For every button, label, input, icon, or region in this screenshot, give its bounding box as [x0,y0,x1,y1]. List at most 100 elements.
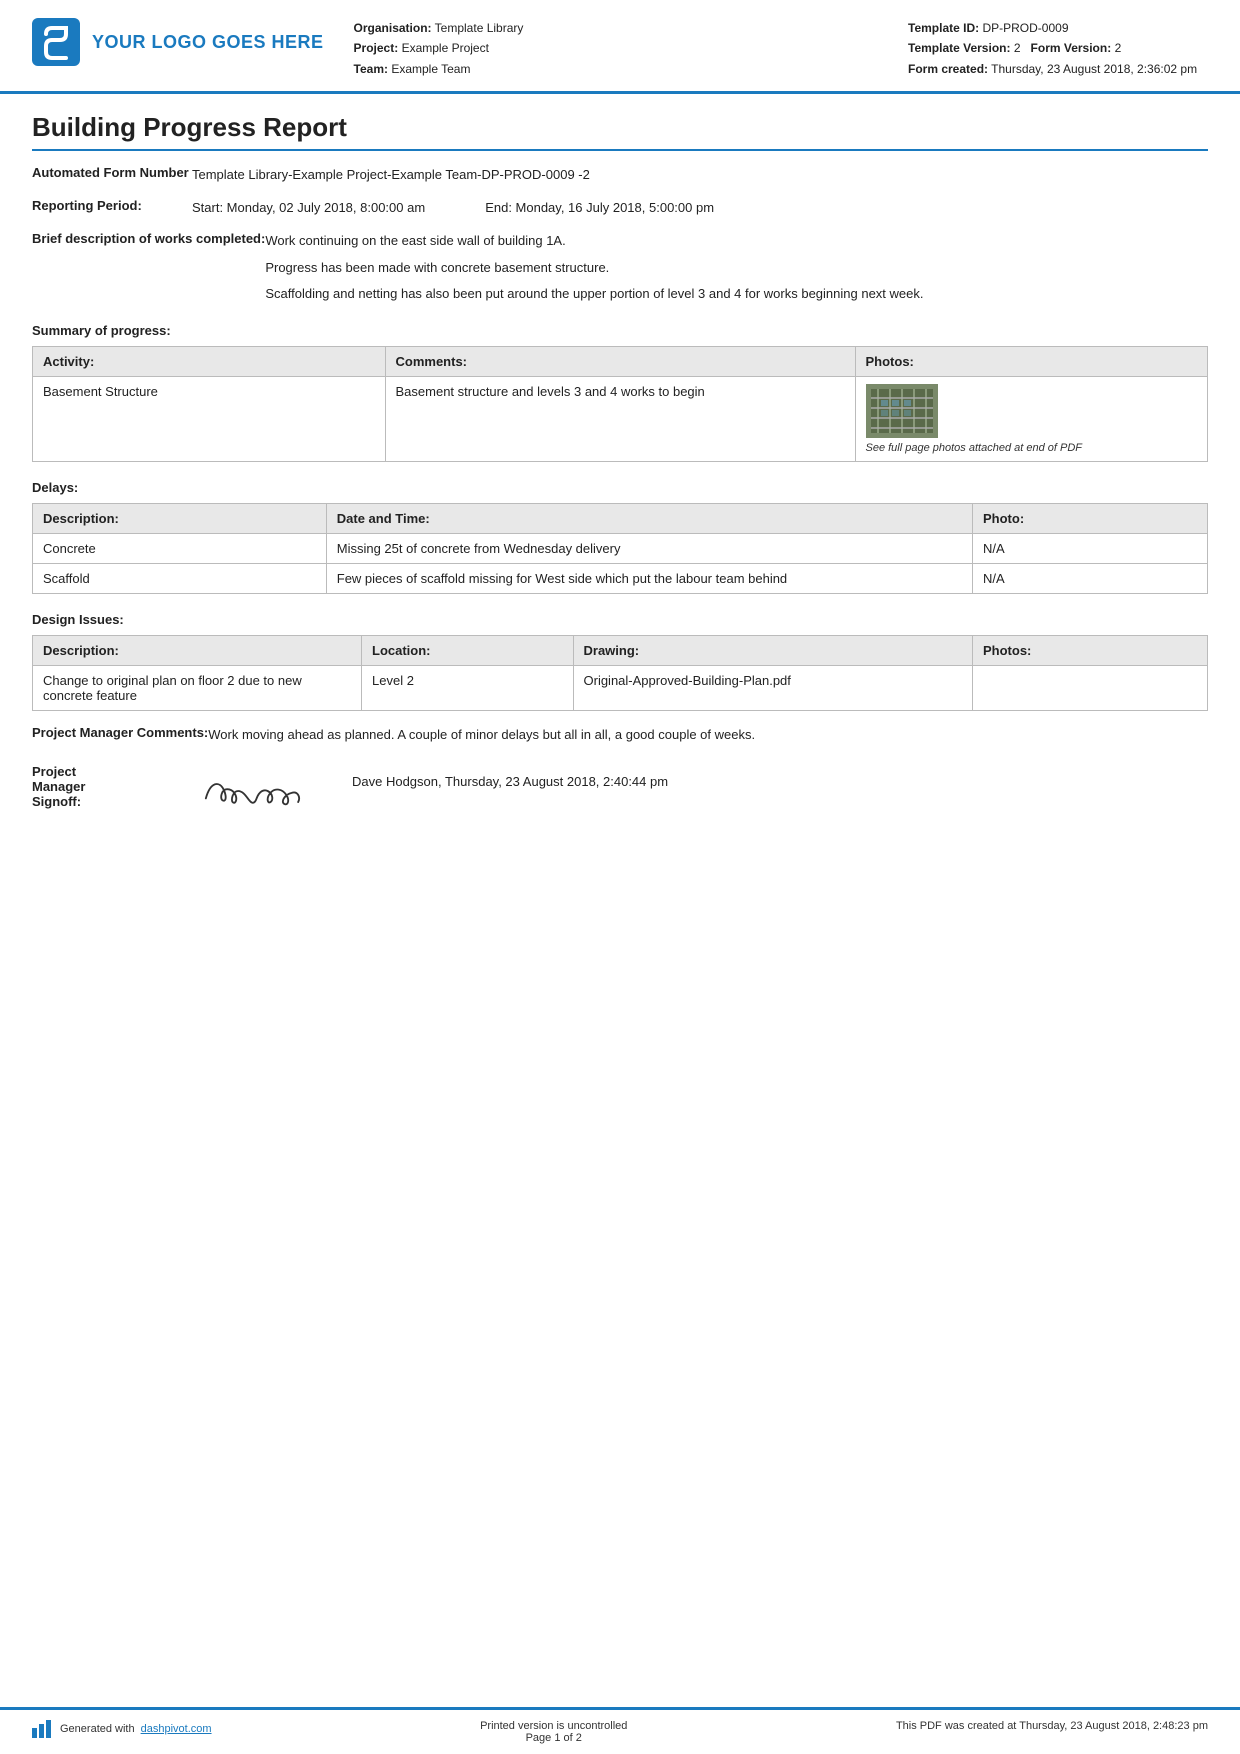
delays-desc-2: Scaffold [33,564,327,594]
org-label: Organisation: [354,21,432,35]
logo-text: YOUR LOGO GOES HERE [92,32,324,53]
template-version-value: 2 [1014,41,1021,55]
delays-photo-2: N/A [973,564,1208,594]
design-col-desc: Description: [33,636,362,666]
signoff-content: Dave Hodgson, Thursday, 23 August 2018, … [192,764,1208,819]
org-value: Template Library [435,21,524,35]
template-id-label: Template ID: [908,21,979,35]
summary-photos-1: See full page photos attached at end of … [855,377,1208,462]
form-created-value: Thursday, 23 August 2018, 2:36:02 pm [991,62,1197,76]
reporting-start: Start: Monday, 02 July 2018, 8:00:00 am [192,198,425,219]
form-version-value: 2 [1115,41,1122,55]
delays-header-row: Description: Date and Time: Photo: [33,504,1208,534]
delays-col-desc: Description: [33,504,327,534]
design-desc-1: Change to original plan on floor 2 due t… [33,666,362,711]
delays-heading: Delays: [32,480,1208,495]
signoff-details: Dave Hodgson, Thursday, 23 August 2018, … [352,764,668,789]
summary-header-row: Activity: Comments: Photos: [33,347,1208,377]
brief-desc-line-3: Scaffolding and netting has also been pu… [265,284,1208,305]
summary-row-1: Basement Structure Basement structure an… [33,377,1208,462]
template-id-value: DP-PROD-0009 [982,21,1068,35]
brief-desc-line-1: Work continuing on the east side wall of… [265,231,1208,252]
delays-desc-1: Concrete [33,534,327,564]
pm-comments-row: Project Manager Comments: Work moving ah… [32,725,1208,746]
footer-page: Page 1 of 2 [480,1732,627,1744]
pm-comments-value: Work moving ahead as planned. A couple o… [208,725,1208,746]
form-version-label: Form Version: [1031,41,1112,55]
form-created-label: Form created: [908,62,988,76]
template-id-row: Template ID: DP-PROD-0009 [908,18,1208,38]
delays-photo-1: N/A [973,534,1208,564]
summary-col-photos: Photos: [855,347,1208,377]
project-row: Project: Example Project [354,38,908,58]
signature-image [192,764,312,819]
pm-signoff-label: ProjectManagerSignoff: [32,764,192,809]
summary-comments-1: Basement structure and levels 3 and 4 wo… [385,377,855,462]
footer-left: Generated with dashpivot.com [32,1720,212,1738]
automated-form-value: Template Library-Example Project-Example… [192,165,1208,186]
delays-table: Description: Date and Time: Photo: Concr… [32,503,1208,594]
delays-row-1: Concrete Missing 25t of concrete from We… [33,534,1208,564]
delays-row-2: Scaffold Few pieces of scaffold missing … [33,564,1208,594]
brief-desc-line-2: Progress has been made with concrete bas… [265,258,1208,279]
design-row-1: Change to original plan on floor 2 due t… [33,666,1208,711]
team-label: Team: [354,62,388,76]
template-version-label: Template Version: [908,41,1010,55]
summary-activity-1: Basement Structure [33,377,386,462]
design-col-photos: Photos: [973,636,1208,666]
footer: Generated with dashpivot.com Printed ver… [0,1707,1240,1754]
design-issues-table: Description: Location: Drawing: Photos: … [32,635,1208,711]
report-title: Building Progress Report [32,112,1208,151]
design-drawing-1: Original-Approved-Building-Plan.pdf [573,666,973,711]
photo-cell: See full page photos attached at end of … [866,384,1198,454]
main-content: Building Progress Report Automated Form … [0,94,1240,911]
automated-form-label: Automated Form Number [32,165,192,180]
photo-caption-1: See full page photos attached at end of … [866,442,1082,454]
reporting-period-split: Start: Monday, 02 July 2018, 8:00:00 am … [192,198,1208,219]
design-col-drawing: Drawing: [573,636,973,666]
delays-col-datetime: Date and Time: [326,504,972,534]
header-meta: Organisation: Template Library Project: … [354,18,908,79]
design-location-1: Level 2 [362,666,574,711]
summary-table: Activity: Comments: Photos: Basement Str… [32,346,1208,462]
footer-logo-icon [32,1720,54,1738]
summary-heading: Summary of progress: [32,323,1208,338]
footer-right: This PDF was created at Thursday, 23 Aug… [896,1720,1208,1732]
reporting-end: End: Monday, 16 July 2018, 5:00:00 pm [485,198,714,219]
header-right: Template ID: DP-PROD-0009 Template Versi… [908,18,1208,79]
delays-col-photo: Photo: [973,504,1208,534]
footer-created: This PDF was created at Thursday, 23 Aug… [896,1720,1208,1732]
reporting-period-row: Reporting Period: Start: Monday, 02 July… [32,198,1208,219]
version-row: Template Version: 2 Form Version: 2 [908,38,1208,58]
summary-col-activity: Activity: [33,347,386,377]
footer-link[interactable]: dashpivot.com [141,1723,212,1735]
footer-uncontrolled: Printed version is uncontrolled [480,1720,627,1732]
delays-datetime-1: Missing 25t of concrete from Wednesday d… [326,534,972,564]
pm-signoff-row: ProjectManagerSignoff: Dave Hodgson, Thu… [32,764,1208,819]
header: YOUR LOGO GOES HERE Organisation: Templa… [0,0,1240,94]
footer-center: Printed version is uncontrolled Page 1 o… [480,1720,627,1744]
project-value: Example Project [402,41,489,55]
pm-comments-label: Project Manager Comments: [32,725,208,740]
org-row: Organisation: Template Library [354,18,908,38]
team-row: Team: Example Team [354,59,908,79]
team-value: Example Team [391,62,470,76]
signature-svg [192,761,312,821]
reporting-period-value: Start: Monday, 02 July 2018, 8:00:00 am … [192,198,1208,219]
design-issues-heading: Design Issues: [32,612,1208,627]
building-thumbnail [866,384,938,438]
brief-desc-value: Work continuing on the east side wall of… [265,231,1208,305]
project-label: Project: [354,41,399,55]
design-col-location: Location: [362,636,574,666]
design-header-row: Description: Location: Drawing: Photos: [33,636,1208,666]
automated-form-row: Automated Form Number Template Library-E… [32,165,1208,186]
reporting-period-label: Reporting Period: [32,198,192,213]
form-created-row: Form created: Thursday, 23 August 2018, … [908,59,1208,79]
brief-desc-row: Brief description of works completed: Wo… [32,231,1208,305]
footer-generated-text: Generated with [60,1723,135,1735]
logo-area: YOUR LOGO GOES HERE [32,18,324,66]
summary-col-comments: Comments: [385,347,855,377]
delays-datetime-2: Few pieces of scaffold missing for West … [326,564,972,594]
brief-desc-label: Brief description of works completed: [32,231,265,246]
logo-icon [32,18,80,66]
